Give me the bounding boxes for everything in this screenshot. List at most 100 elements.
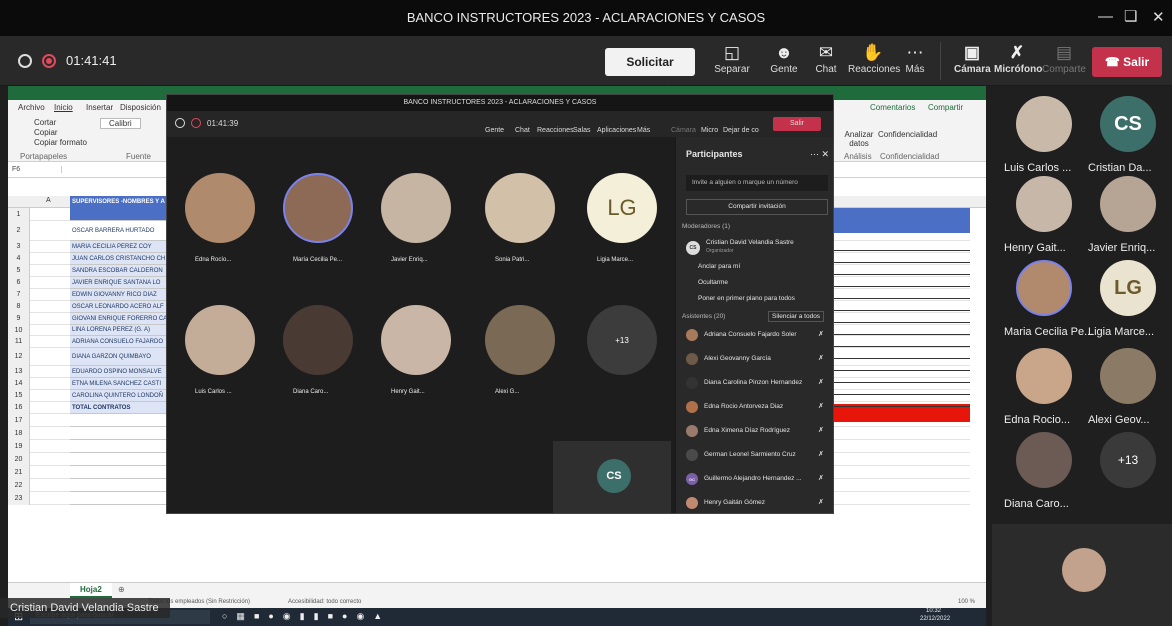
maximize-icon[interactable]: ❏	[1124, 7, 1137, 25]
inner-more-tab[interactable]: Más	[637, 127, 650, 134]
share-button[interactable]: ▤ Comparte	[1042, 42, 1086, 75]
table-cell[interactable]: JAVIER ENRIQUE SANTANA LO	[70, 277, 166, 289]
comments-button[interactable]: Comentarios	[870, 103, 915, 112]
chat-button[interactable]: ✉ Chat	[808, 42, 844, 75]
inner-mic-tab[interactable]: Micro	[701, 127, 718, 134]
name-box[interactable]: F6	[12, 166, 62, 173]
table-cell[interactable]: SANDRA ESCOBAR CALDERON	[70, 265, 166, 277]
inner-stop-share-tab[interactable]: Dejar de co	[723, 127, 759, 134]
taskbar-apps-icon[interactable]: ○▦■●◉▮▮■●◉▲	[222, 611, 391, 622]
row-number[interactable]: 15	[8, 390, 30, 402]
row-number[interactable]: 19	[8, 440, 30, 453]
minimize-icon[interactable]: —	[1098, 8, 1113, 25]
inner-people-tab[interactable]: Gente	[485, 127, 504, 134]
close-icon[interactable]: ✕	[1152, 8, 1165, 26]
table-cell[interactable]: OSCAR LEONARDO ACERO ALF	[70, 301, 166, 313]
inner-leave-button[interactable]: Salir	[773, 117, 821, 131]
table-cell[interactable]: LINA LORENA PEREZ (G. A)	[70, 325, 166, 336]
table-cell[interactable]: EDWIN GIOVANNY RICO DIAZ	[70, 289, 166, 301]
list-item[interactable]: Adriana Consuelo Fajardo Soler ✗	[686, 327, 826, 345]
list-item[interactable]: GC Guillermo Alejandro Hernandez ... ✗	[686, 471, 826, 489]
format-painter-button[interactable]: Copiar formato	[34, 138, 87, 147]
row-number[interactable]: 9	[8, 313, 30, 325]
table-cell[interactable]: EDUARDO OSPINO MONSALVE	[70, 366, 166, 378]
table-cell[interactable]: JUAN CARLOS CRISTANCHO CH	[70, 253, 166, 265]
column-a-header[interactable]: A	[46, 197, 51, 204]
row-number[interactable]: 12	[8, 348, 30, 366]
camera-button[interactable]: ▣ Cámara	[954, 42, 991, 75]
sensitivity-button[interactable]: Confidencialidad	[878, 130, 937, 139]
table-cell[interactable]	[70, 453, 166, 466]
inner-camera-tab[interactable]: Cámara	[671, 127, 696, 134]
row-number[interactable]: 8	[8, 301, 30, 313]
table-cell[interactable]	[70, 466, 166, 479]
table-cell[interactable]: GIOVANI ENRIQUE FORERRO CA	[70, 313, 166, 325]
row-number[interactable]: 7	[8, 289, 30, 301]
inner-apps-tab[interactable]: Aplicaciones	[597, 127, 636, 134]
reactions-button[interactable]: ✋ Reacciones	[848, 42, 900, 75]
add-sheet-icon[interactable]: ⊕	[118, 585, 125, 594]
list-item[interactable]: German Leonel Sarmiento Cruz ✗	[686, 447, 826, 465]
table-cell[interactable]	[70, 479, 166, 492]
font-select[interactable]: Calibri	[100, 118, 141, 129]
row-number[interactable]: 22	[8, 479, 30, 492]
share-invite-button[interactable]: Compartir invitación	[686, 199, 828, 215]
row-number[interactable]: 6	[8, 277, 30, 289]
ribbon-tab-insertar[interactable]: Insertar	[86, 103, 113, 112]
inner-chat-tab[interactable]: Chat	[515, 127, 530, 134]
row-number[interactable]: 14	[8, 378, 30, 390]
row-number[interactable]: 11	[8, 336, 30, 348]
table-cell[interactable]: MARIA CECILIA PEREZ COY	[70, 241, 166, 253]
table-cell[interactable]: SUPERVISORES -NOMBRES Y A	[70, 196, 166, 221]
table-cell[interactable]: DIANA GARZON QUIMBAYO	[70, 348, 166, 366]
row-number[interactable]: 17	[8, 414, 30, 427]
row-number[interactable]: 2	[8, 221, 30, 241]
request-control-button[interactable]: Solicitar control	[605, 48, 695, 97]
row-number[interactable]: 4	[8, 253, 30, 265]
menu-pin[interactable]: Anclar para mí	[698, 263, 740, 270]
list-item[interactable]: Edna Ximena Díaz Rodríguez ✗	[686, 423, 826, 441]
ribbon-tab-inicio[interactable]: Inicio	[54, 103, 73, 112]
table-cell[interactable]: ETNA MILENA SANCHEZ CASTI	[70, 378, 166, 390]
leave-button[interactable]: ☎ Salir	[1092, 47, 1162, 77]
menu-spotlight[interactable]: Poner en primer plano para todos	[698, 295, 795, 302]
table-cell[interactable]: ADRIANA CONSUELO FAJARDO	[70, 336, 166, 348]
row-number[interactable]: 21	[8, 466, 30, 479]
table-cell[interactable]: OSCAR BARRERA HURTADO	[70, 221, 166, 241]
invite-input[interactable]: Invite a alguien o marque un número	[686, 175, 828, 191]
mute-all-button[interactable]: Silenciar a todos	[768, 311, 825, 322]
share-excel-button[interactable]: Compartir	[928, 103, 963, 112]
more-button[interactable]: ⋯ Más	[900, 42, 930, 75]
row-number[interactable]: 16	[8, 402, 30, 414]
ribbon-tab-disposicion[interactable]: Disposición	[120, 103, 161, 112]
row-number[interactable]: 13	[8, 366, 30, 378]
list-item[interactable]: Edna Rocio Antorveza Diaz ✗	[686, 399, 826, 417]
popout-button[interactable]: ◱ Separar	[710, 42, 754, 75]
list-item[interactable]: Alexi Geovanny García ✗	[686, 351, 826, 369]
table-cell[interactable]	[70, 440, 166, 453]
inner-reactions-tab[interactable]: Reacciones	[537, 127, 574, 134]
table-cell[interactable]	[70, 414, 166, 427]
people-button[interactable]: ☻ Gente	[764, 42, 804, 75]
copy-button[interactable]: Copiar	[34, 128, 58, 137]
sheet-tab-hoja2[interactable]: Hoja2	[70, 583, 112, 598]
row-number[interactable]: 20	[8, 453, 30, 466]
table-cell[interactable]	[70, 427, 166, 440]
table-cell[interactable]	[70, 492, 166, 505]
row-number[interactable]: 23	[8, 492, 30, 505]
list-item[interactable]: Diana Carolina Pinzon Hernandez ✗	[686, 375, 826, 393]
row-number[interactable]: 10	[8, 325, 30, 336]
table-cell[interactable]: CAROLINA QUINTERO LONDOÑ	[70, 390, 166, 402]
inner-rooms-tab[interactable]: Salas	[573, 127, 591, 134]
cut-button[interactable]: Cortar	[34, 118, 56, 127]
row-number[interactable]: 1	[8, 208, 30, 221]
ribbon-tab-archivo[interactable]: Archivo	[18, 103, 45, 112]
row-number[interactable]: 3	[8, 241, 30, 253]
analyze-data-button[interactable]: Analizar datos	[844, 130, 874, 148]
menu-hide[interactable]: Ocultarme	[698, 279, 728, 286]
microphone-button[interactable]: ✗ Micrófono	[994, 42, 1042, 75]
close-panel-icon[interactable]: ⋯ ✕	[810, 149, 829, 160]
table-cell[interactable]: TOTAL CONTRATOS	[70, 402, 166, 414]
row-number[interactable]: 18	[8, 427, 30, 440]
row-number[interactable]: 5	[8, 265, 30, 277]
